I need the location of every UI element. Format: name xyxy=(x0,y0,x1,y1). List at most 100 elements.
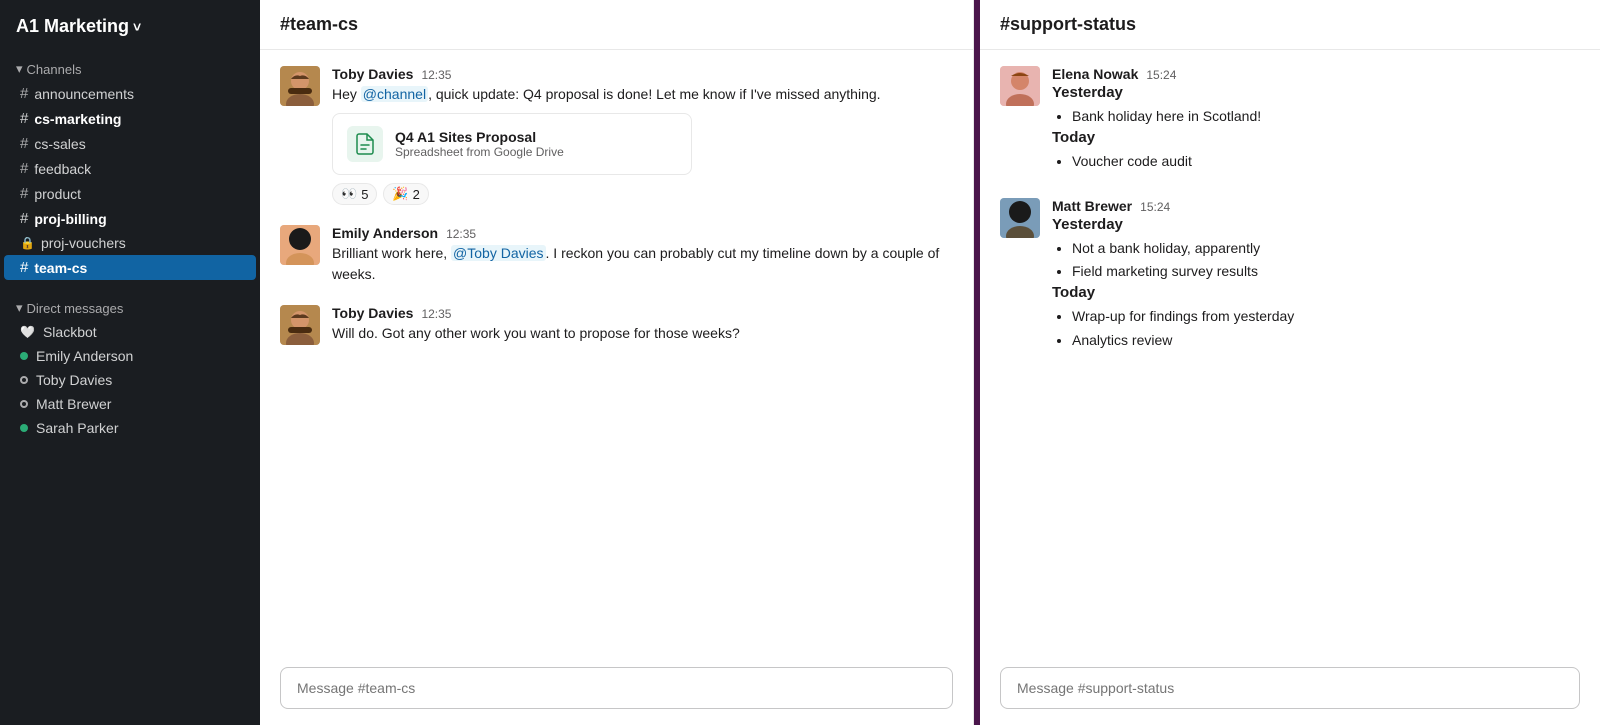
status-section-label: Yesterday xyxy=(1052,216,1580,233)
status-heart: 🤍 xyxy=(20,325,35,339)
message-group: Toby Davies12:35Hey @channel, quick upda… xyxy=(280,66,953,205)
message-body: Emily Anderson 12:35 Brilliant work here, … xyxy=(332,225,953,285)
message-time: 12:35 xyxy=(421,307,451,321)
channel-name: proj-vouchers xyxy=(41,235,126,251)
dm-item-matt-brewer[interactable]: Matt Brewer xyxy=(4,392,256,416)
support-status-title: #support-status xyxy=(1000,14,1136,34)
dm-name: Emily Anderson xyxy=(36,348,133,364)
status-list-item: Not a bank holiday, apparently xyxy=(1072,237,1580,261)
support-message-group: Elena Nowak 15:24 Yesterday Bank holiday he… xyxy=(1000,66,1580,174)
sidebar-item-announcements[interactable]: #announcements xyxy=(4,81,256,106)
status-list: Voucher code audit xyxy=(1052,150,1580,174)
dm-label: Direct messages xyxy=(27,301,124,316)
message-author: Toby Davies xyxy=(332,305,413,321)
channels-arrow: ▾ xyxy=(16,61,23,77)
status-section-label: Today xyxy=(1052,129,1580,146)
message-body: Toby Davies12:35Hey @channel, quick upda… xyxy=(332,66,953,205)
channels-section-header[interactable]: ▾ Channels xyxy=(0,49,260,81)
message-author: Toby Davies xyxy=(332,66,413,82)
dm-name: Slackbot xyxy=(43,324,97,340)
mention: @Toby Davies xyxy=(451,245,545,261)
channel-name: feedback xyxy=(34,161,91,177)
support-input-area xyxy=(980,655,1600,725)
support-message-time: 15:24 xyxy=(1140,200,1170,214)
mention: @channel xyxy=(361,86,428,102)
status-offline xyxy=(20,400,28,408)
channel-name: proj-billing xyxy=(34,211,106,227)
support-message-author: Matt Brewer xyxy=(1052,198,1132,214)
status-list: Wrap-up for findings from yesterdayAnaly… xyxy=(1052,305,1580,353)
dm-name: Sarah Parker xyxy=(36,420,118,436)
sidebar-item-proj-vouchers[interactable]: 🔒proj-vouchers xyxy=(4,231,256,255)
message-text: Will do. Got any other work you want to … xyxy=(332,323,953,344)
support-message-author: Elena Nowak xyxy=(1052,66,1138,82)
team-cs-pane: #team-cs Toby Davies12:35Hey @channel, q… xyxy=(260,0,974,725)
sidebar-item-cs-marketing[interactable]: #cs-marketing xyxy=(4,106,256,131)
hash-icon: # xyxy=(20,85,28,102)
sidebar-item-product[interactable]: # product xyxy=(4,181,256,206)
support-status-pane: #support-status Elena Nowak 15:24 Yesterda… xyxy=(980,0,1600,725)
sidebar-item-team-cs[interactable]: #team-cs xyxy=(4,255,256,280)
status-online xyxy=(20,352,28,360)
attachment-info: Q4 A1 Sites Proposal Spreadsheet from Go… xyxy=(395,129,564,159)
workspace-name[interactable]: A1 Marketing ˅ xyxy=(0,0,260,49)
reaction-count: 2 xyxy=(413,187,420,202)
hash-icon: # xyxy=(20,160,28,177)
dm-item-sarah-parker[interactable]: Sarah Parker xyxy=(4,416,256,440)
reaction-button[interactable]: 🎉2 xyxy=(383,183,428,205)
status-list-item: Voucher code audit xyxy=(1072,150,1580,174)
team-cs-message-input[interactable] xyxy=(280,667,953,709)
dm-name: Matt Brewer xyxy=(36,396,111,412)
attachment-icon xyxy=(347,126,383,162)
dm-item-emily-anderson[interactable]: Emily Anderson xyxy=(4,344,256,368)
avatar xyxy=(280,66,320,106)
hash-icon: # xyxy=(20,110,28,127)
reaction-emoji: 👀 xyxy=(341,186,357,202)
message-author: Emily Anderson xyxy=(332,225,438,241)
status-list: Bank holiday here in Scotland! xyxy=(1052,105,1580,129)
status-list-item: Analytics review xyxy=(1072,329,1580,353)
message-group: Emily Anderson 12:35 Brilliant work here, … xyxy=(280,225,953,285)
avatar xyxy=(1000,198,1040,238)
sidebar-item-cs-sales[interactable]: #cs-sales xyxy=(4,131,256,156)
avatar xyxy=(280,225,320,265)
attachment-subtitle: Spreadsheet from Google Drive xyxy=(395,145,564,159)
status-section-label: Yesterday xyxy=(1052,84,1580,101)
status-offline xyxy=(20,376,28,384)
message-text: Brilliant work here, @Toby Davies. I rec… xyxy=(332,243,953,285)
dm-section-header[interactable]: ▾ Direct messages xyxy=(0,288,260,320)
reaction-count: 5 xyxy=(361,187,368,202)
workspace-chevron: ˅ xyxy=(133,19,141,35)
hash-icon: # xyxy=(20,185,28,202)
support-message-input[interactable] xyxy=(1000,667,1580,709)
support-message-body: Matt Brewer 15:24 Yesterday Not a bank holi… xyxy=(1052,198,1580,353)
message-time: 12:35 xyxy=(446,227,476,241)
channel-name: team-cs xyxy=(34,260,87,276)
message-group: Toby Davies 12:35 Will do. Got any other w… xyxy=(280,305,953,345)
main-content: #team-cs Toby Davies12:35Hey @channel, q… xyxy=(260,0,1600,725)
status-list-item: Wrap-up for findings from yesterday xyxy=(1072,305,1580,329)
dm-item-slackbot[interactable]: 🤍 Slackbot xyxy=(4,320,256,344)
file-attachment[interactable]: Q4 A1 Sites Proposal Spreadsheet from Go… xyxy=(332,113,692,175)
reaction-emoji: 🎉 xyxy=(392,186,408,202)
dm-item-toby-davies[interactable]: Toby Davies xyxy=(4,368,256,392)
sidebar-item-proj-billing[interactable]: # proj-billing xyxy=(4,206,256,231)
support-message-time: 15:24 xyxy=(1146,68,1176,82)
workspace-label: A1 Marketing xyxy=(16,16,129,37)
channels-list: #announcements#cs-marketing#cs-sales#fee… xyxy=(0,81,260,280)
channel-name: product xyxy=(34,186,81,202)
reaction-button[interactable]: 👀5 xyxy=(332,183,377,205)
status-list-item: Field marketing survey results xyxy=(1072,260,1580,284)
support-status-messages: Elena Nowak 15:24 Yesterday Bank holiday he… xyxy=(980,50,1600,655)
avatar xyxy=(280,305,320,345)
hash-icon: # xyxy=(20,210,28,227)
sidebar-item-feedback[interactable]: # feedback xyxy=(4,156,256,181)
status-section-label: Today xyxy=(1052,284,1580,301)
support-status-header: #support-status xyxy=(980,0,1600,50)
attachment-title: Q4 A1 Sites Proposal xyxy=(395,129,564,145)
channels-label: Channels xyxy=(27,62,82,77)
team-cs-input-area xyxy=(260,655,973,725)
team-cs-title: #team-cs xyxy=(280,14,358,34)
hash-icon: # xyxy=(20,135,28,152)
dm-arrow: ▾ xyxy=(16,300,23,316)
